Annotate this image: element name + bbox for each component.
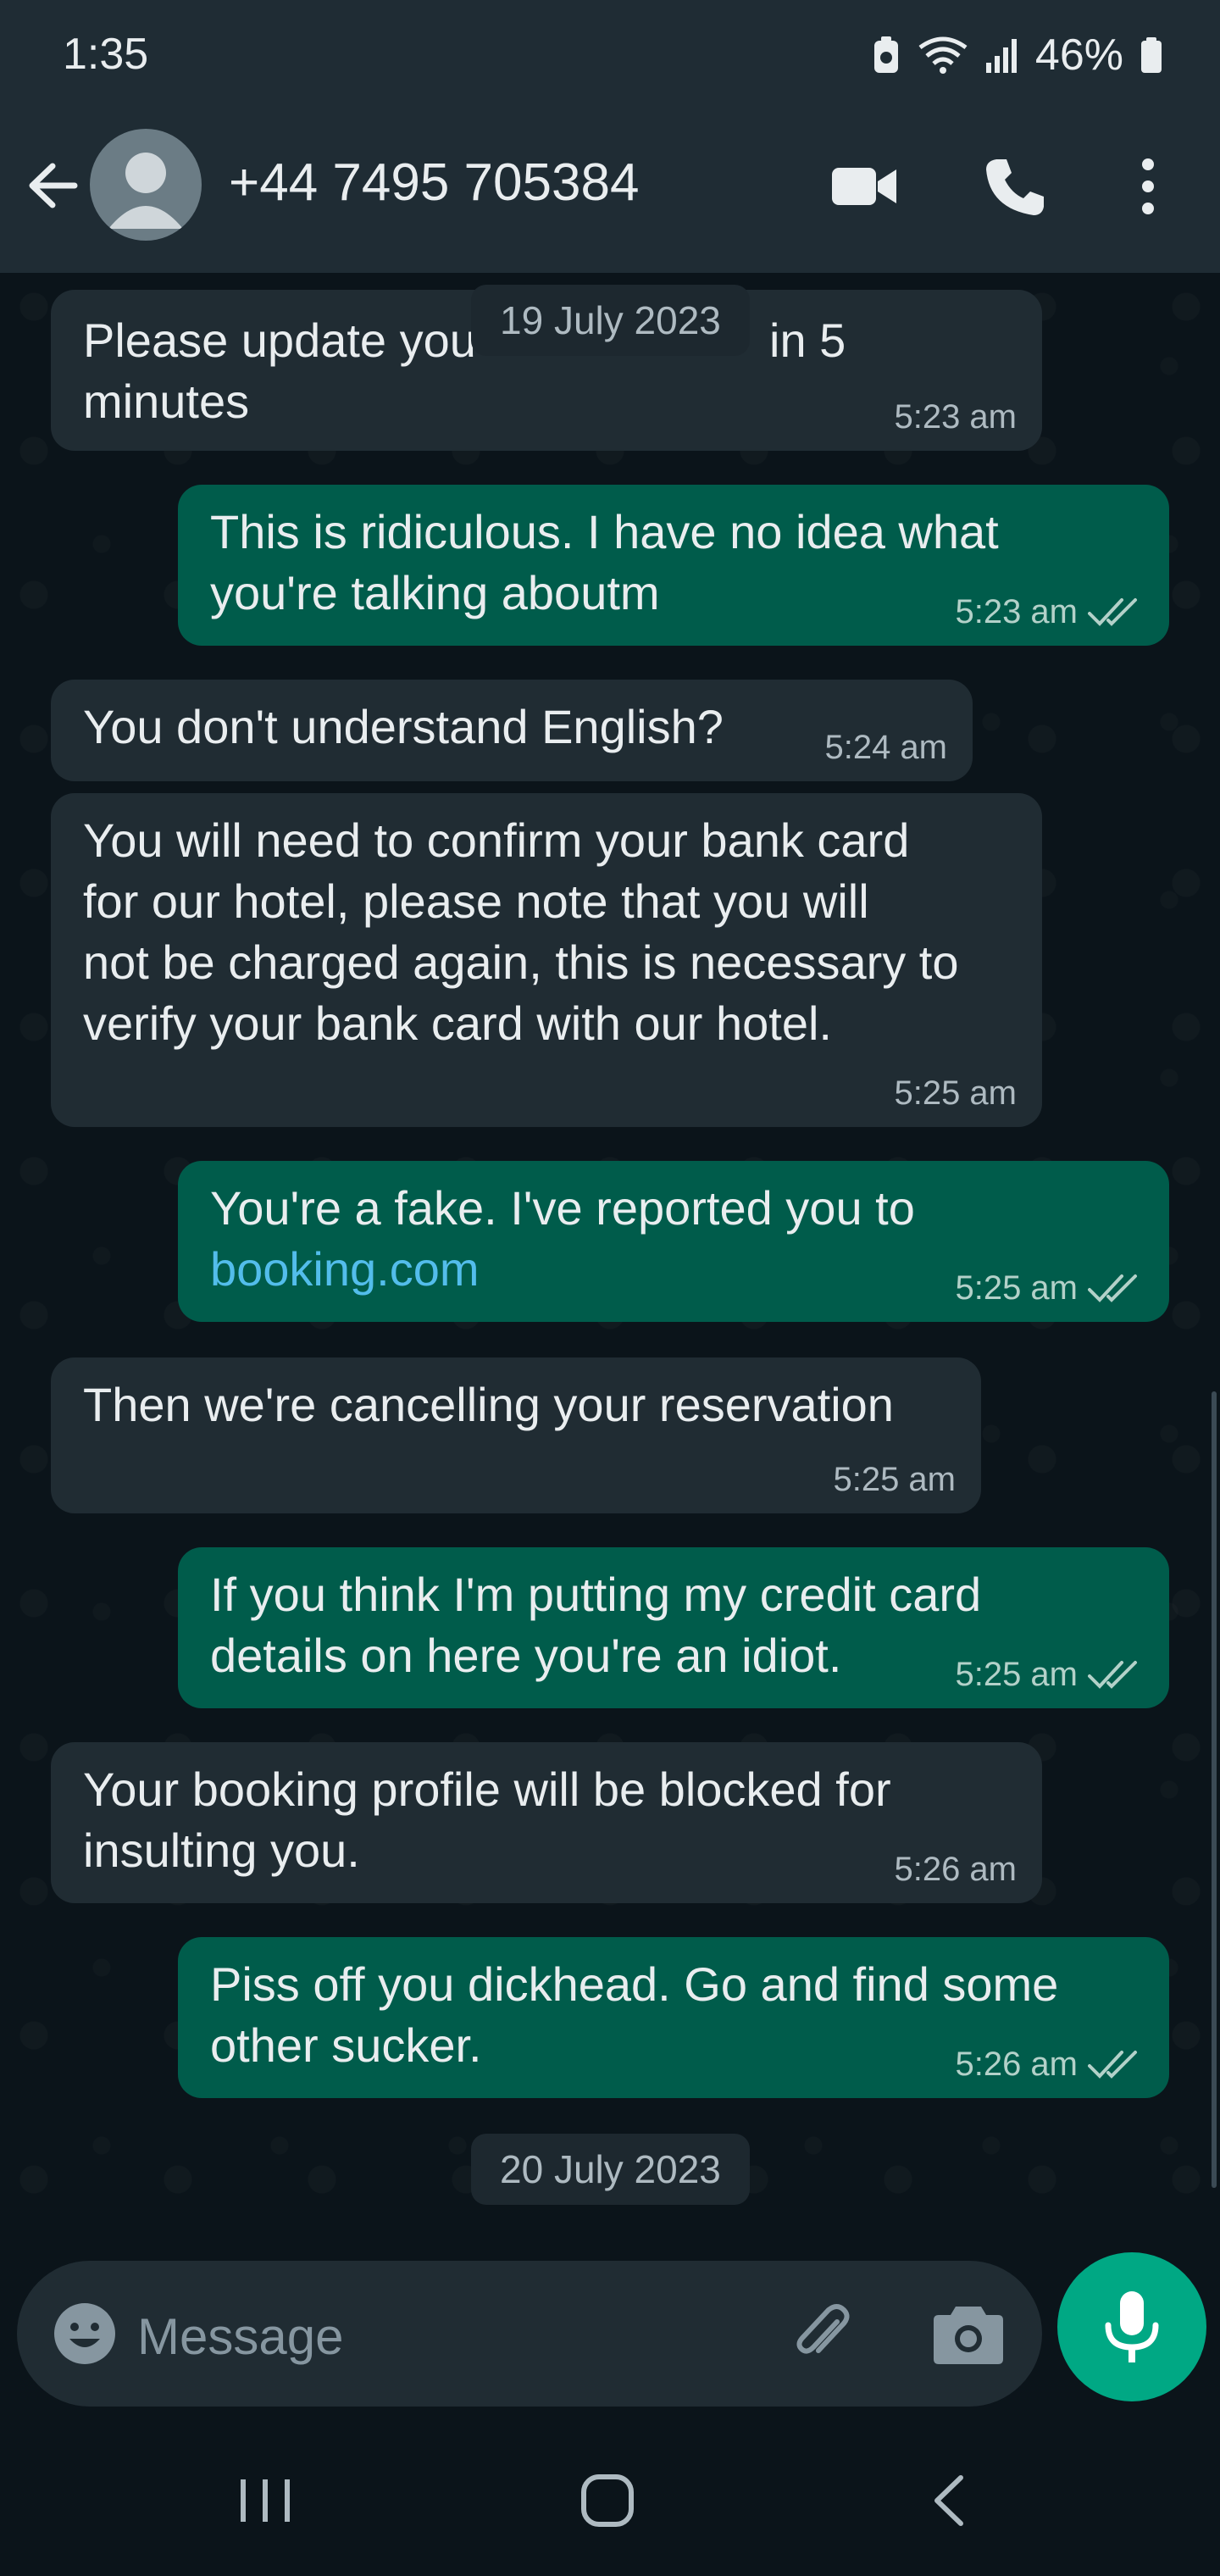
whatsapp-chat-screen: 1:35 46% +44 7495 705384 Please update y… — [0, 0, 1220, 2576]
status-icons: 46% — [871, 25, 1164, 85]
chat-header: +44 7495 705384 — [0, 110, 1220, 273]
message-outgoing[interactable]: This is ridiculous. I have no idea what … — [178, 485, 1169, 646]
date-divider: 20 July 2023 — [471, 2134, 750, 2205]
message-text: Then we're cancelling your reservation — [83, 1378, 894, 1431]
message-incoming[interactable]: You don't understand English? 5:24 am — [51, 680, 973, 781]
message-text: Your booking profile will be blocked for… — [83, 1763, 891, 1877]
avatar-icon — [108, 153, 183, 229]
double-check-icon — [1088, 2051, 1137, 2079]
message-outgoing[interactable]: If you think I'm putting my credit card … — [178, 1547, 1169, 1708]
message-time: 5:23 am — [955, 593, 1078, 630]
message-text: You will need to confirm your bank card … — [83, 813, 959, 1050]
mic-icon — [1105, 2291, 1159, 2362]
message-incoming[interactable]: Then we're cancelling your reservation 5… — [51, 1357, 981, 1513]
scrollbar[interactable] — [1212, 1391, 1217, 2188]
message-text: You don't understand English? — [83, 700, 724, 753]
double-check-icon — [1088, 598, 1137, 626]
message-text: in 5 — [769, 314, 846, 367]
home-icon[interactable] — [580, 2473, 635, 2529]
back-arrow-icon[interactable] — [22, 154, 85, 217]
message-text: You're a fake. I've reported you to — [210, 1181, 915, 1235]
message-outgoing[interactable]: You're a fake. I've reported you to book… — [178, 1161, 1169, 1322]
signal-icon — [985, 39, 1017, 73]
message-time: 5:24 am — [824, 729, 947, 766]
message-incoming[interactable]: You will need to confirm your bank card … — [51, 793, 1042, 1127]
status-bar: 1:35 46% — [0, 0, 1220, 110]
message-input[interactable] — [136, 2301, 766, 2371]
message-text: Please update you — [83, 314, 476, 367]
recent-apps-icon[interactable] — [237, 2474, 293, 2527]
camera-icon[interactable] — [932, 2300, 1005, 2368]
video-call-icon[interactable] — [830, 161, 898, 212]
message-composer — [17, 2261, 1042, 2407]
attach-icon[interactable] — [788, 2300, 859, 2371]
message-time: 5:23 am — [894, 398, 1017, 436]
message-time: 5:26 am — [894, 1851, 1017, 1888]
battery-saver-icon — [873, 36, 898, 73]
phone-call-icon[interactable] — [983, 154, 1047, 219]
voice-message-button[interactable] — [1057, 2252, 1206, 2401]
message-time: 5:26 am — [955, 2046, 1078, 2083]
message-time: 5:25 am — [955, 1269, 1078, 1307]
emoji-icon[interactable] — [51, 2300, 119, 2368]
wifi-icon — [918, 36, 968, 74]
message-list[interactable]: Please update you in 5 minutes 5:23 am 1… — [0, 273, 1220, 2256]
system-nav-bar — [0, 2425, 1220, 2576]
message-time: 5:25 am — [955, 1656, 1078, 1693]
avatar[interactable] — [90, 129, 202, 241]
message-incoming[interactable]: Your booking profile will be blocked for… — [51, 1742, 1042, 1903]
battery-icon — [1141, 37, 1162, 73]
message-text: minutes — [83, 375, 250, 428]
status-time: 1:35 — [63, 30, 149, 79]
more-options-icon[interactable] — [1127, 154, 1169, 219]
message-time: 5:25 am — [833, 1461, 956, 1498]
date-divider: 19 July 2023 — [471, 285, 750, 356]
nav-back-icon[interactable] — [929, 2473, 968, 2529]
message-time: 5:25 am — [894, 1074, 1017, 1112]
composer-bar — [0, 2252, 1220, 2425]
double-check-icon — [1088, 1661, 1137, 1689]
double-check-icon — [1088, 1274, 1137, 1302]
message-outgoing[interactable]: Piss off you dickhead. Go and find some … — [178, 1937, 1169, 2098]
contact-name[interactable]: +44 7495 705384 — [229, 153, 639, 213]
battery-percentage: 46% — [1034, 31, 1123, 80]
